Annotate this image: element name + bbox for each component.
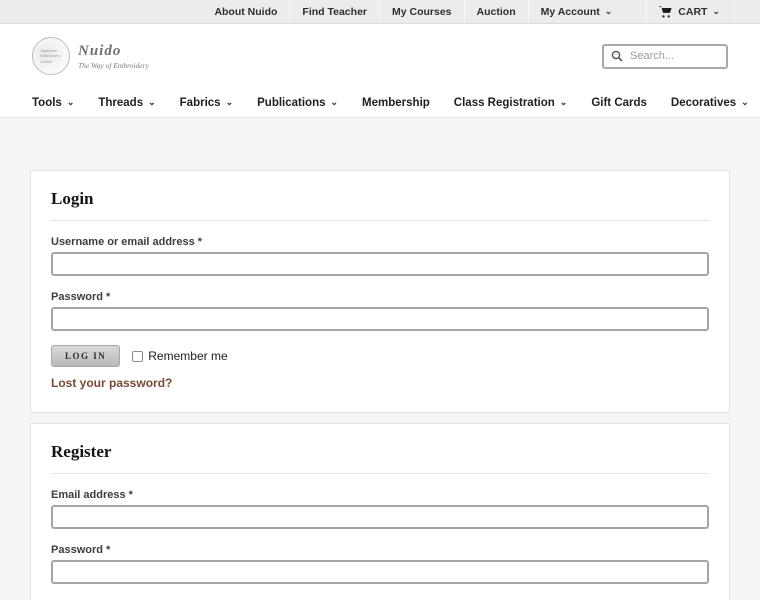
logo-seal-icon: Japanese Embroidery Center (32, 37, 70, 75)
chevron-down-icon: ⌄ (712, 6, 720, 16)
login-password-label: Password * (51, 291, 111, 303)
login-title: Login (51, 189, 94, 208)
nav-item-label: Gift Cards (591, 96, 647, 109)
topbar-item-label: Auction (476, 5, 516, 18)
nav-item-label: Class Registration (453, 96, 555, 109)
chevron-down-icon: ⌄ (741, 97, 749, 107)
search-input[interactable] (630, 50, 720, 62)
lost-password-link[interactable]: Lost your password? (51, 376, 172, 390)
nav-item-decoratives[interactable]: Decoratives ⌄ (671, 97, 749, 109)
search-box[interactable] (602, 43, 728, 69)
main-nav: Tools ⌄ Threads ⌄ Fabrics ⌄ Publications… (0, 88, 760, 118)
username-label: Username or email address * (51, 236, 203, 248)
topbar: About Nuido Find Teacher My Courses Auct… (0, 0, 760, 24)
register-password-label: Password * (51, 544, 111, 556)
username-field[interactable] (51, 252, 709, 276)
divider (51, 220, 709, 221)
nav-item-fabrics[interactable]: Fabrics ⌄ (180, 97, 233, 109)
chevron-down-icon: ⌄ (330, 97, 339, 107)
logo-tagline: The Way of Embroidery (78, 60, 149, 70)
login-card: Login Username or email address * Passwo… (30, 170, 730, 413)
nav-item-tools[interactable]: Tools ⌄ (32, 97, 74, 109)
logo-name: Nuido (78, 42, 122, 59)
nav-item-threads[interactable]: Threads ⌄ (98, 97, 155, 109)
chevron-down-icon: ⌄ (559, 97, 568, 107)
topbar-cart[interactable]: CART ⌄ (646, 0, 732, 23)
remember-me-checkbox[interactable] (132, 350, 144, 362)
remember-me[interactable]: Remember me (132, 349, 228, 363)
nav-item-class-registration[interactable]: Class Registration ⌄ (454, 97, 568, 109)
register-password-field[interactable] (51, 560, 709, 584)
nav-item-label: Fabrics (179, 96, 221, 109)
main-content: Login Username or email address * Passwo… (0, 118, 760, 600)
nav-item-label: Decoratives (670, 96, 737, 109)
nav-item-label: Tools (32, 96, 62, 109)
chevron-down-icon: ⌄ (604, 6, 613, 16)
chevron-down-icon: ⌄ (66, 97, 75, 107)
topbar-item-my-courses[interactable]: My Courses (379, 0, 464, 23)
login-button[interactable]: LOG IN (51, 345, 121, 367)
divider (51, 473, 709, 474)
cart-icon (659, 5, 672, 18)
site-logo[interactable]: Japanese Embroidery Center Nuido The Way… (32, 37, 149, 75)
nav-item-label: Membership (362, 96, 430, 109)
topbar-item-auction[interactable]: Auction (463, 0, 528, 23)
chevron-down-icon: ⌄ (225, 97, 234, 107)
search-icon (611, 50, 623, 62)
topbar-item-about-nuido[interactable]: About Nuido (202, 0, 290, 23)
register-title: Register (51, 442, 112, 461)
login-actions: LOG IN Remember me (51, 345, 709, 367)
nav-item-publications[interactable]: Publications ⌄ (257, 97, 338, 109)
topbar-item-label: My Courses (392, 5, 452, 18)
topbar-item-label: My Account (540, 5, 600, 18)
register-card: Register Email address * Password * Subs… (30, 423, 730, 600)
nav-item-label: Threads (98, 96, 144, 109)
logo-text: Nuido The Way of Embroidery (78, 43, 149, 70)
remember-me-label: Remember me (148, 349, 228, 363)
site-header: Japanese Embroidery Center Nuido The Way… (0, 24, 760, 88)
email-field[interactable] (51, 505, 709, 529)
logo-seal-text: Japanese Embroidery Center (40, 48, 61, 64)
chevron-down-icon: ⌄ (148, 97, 156, 107)
topbar-item-find-teacher[interactable]: Find Teacher (289, 0, 379, 23)
email-label: Email address * (51, 489, 133, 501)
topbar-item-my-account[interactable]: My Account ⌄ (527, 0, 625, 23)
topbar-item-label: Find Teacher (302, 5, 367, 18)
nav-item-label: Publications (257, 96, 326, 109)
nav-item-membership[interactable]: Membership (362, 97, 430, 109)
topbar-item-label: About Nuido (214, 5, 278, 18)
cart-label: CART (678, 5, 708, 18)
login-password-field[interactable] (51, 307, 709, 331)
nav-item-gift-cards[interactable]: Gift Cards (591, 97, 647, 109)
